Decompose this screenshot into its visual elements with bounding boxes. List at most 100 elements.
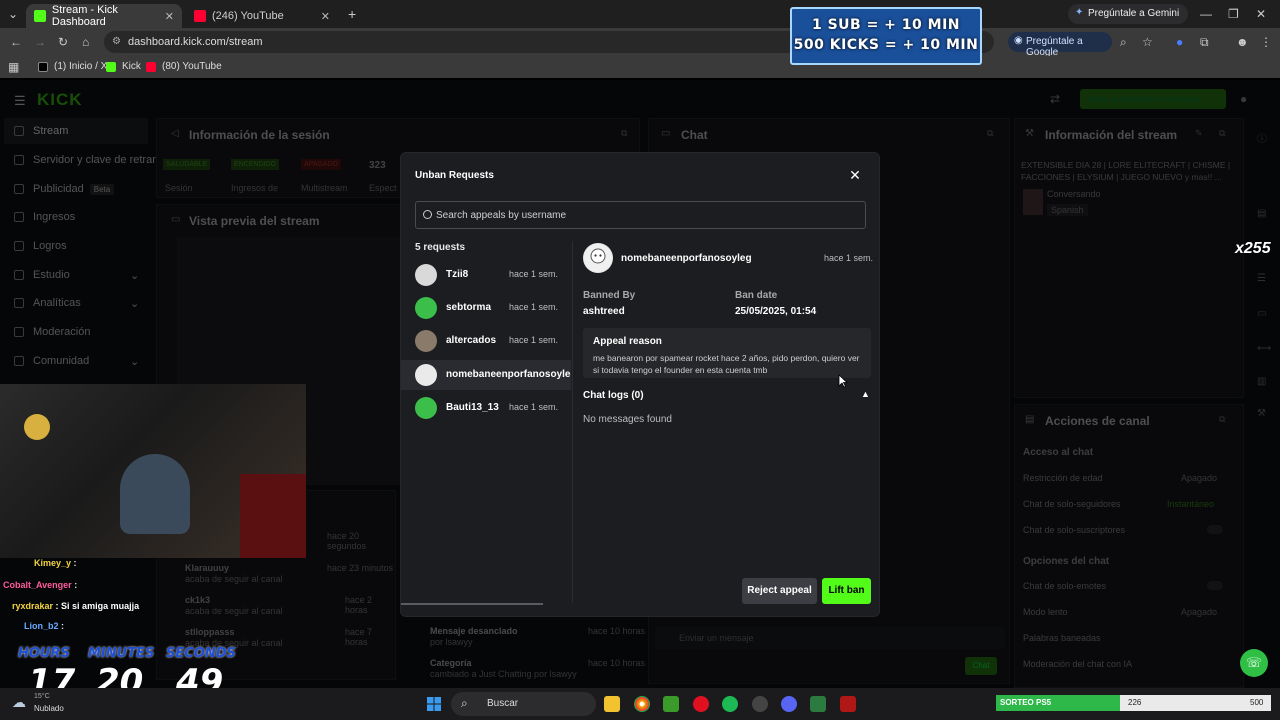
taskbar-search-label: Buscar	[487, 698, 519, 709]
x-favicon-icon	[38, 61, 48, 72]
apps-grid-icon[interactable]: ▦	[8, 60, 19, 74]
kick-favicon-icon	[106, 61, 116, 72]
banner-line: 1 SUB = + 10 MIN	[811, 17, 961, 33]
request-item[interactable]: nomebaneenporfanosoyleg	[401, 360, 571, 390]
giveaway-current: 226	[1128, 698, 1142, 707]
site-info-icon[interactable]: ⚙	[112, 36, 121, 47]
request-item[interactable]: Bauti13_13 hace 1 sem.	[401, 393, 571, 423]
close-tab-icon[interactable]: ✕	[321, 10, 330, 23]
search-placeholder: Search appeals by username	[436, 210, 567, 221]
mouse-cursor-icon	[838, 374, 848, 388]
windows-start-icon[interactable]	[427, 697, 441, 711]
support-chat-button[interactable]: ☏	[1240, 649, 1268, 677]
no-messages-text: No messages found	[583, 414, 672, 425]
youtube-favicon-icon	[146, 61, 156, 72]
chevron-up-icon[interactable]: ▲	[861, 389, 870, 399]
appeal-reason-text: me banearon por spamear rocket hace 2 añ…	[593, 353, 860, 375]
gemini-button[interactable]: ✦ Pregúntale a Gemini	[1068, 4, 1188, 24]
timer-minutes-label: MINUTES	[88, 646, 155, 661]
request-avatar	[415, 297, 437, 319]
kick-favicon-icon	[34, 10, 46, 22]
tab-title: Stream - Kick Dashboard	[51, 4, 118, 28]
back-icon[interactable]: ←	[10, 35, 22, 49]
wall-decoration	[24, 414, 50, 440]
app-icon[interactable]	[840, 696, 856, 712]
lens-icon: ◉	[1014, 35, 1023, 46]
reload-icon[interactable]: ↻	[58, 35, 68, 49]
app-icon[interactable]	[810, 696, 826, 712]
reject-appeal-button[interactable]: Reject appeal	[742, 578, 817, 604]
profile-avatar[interactable]: ☻	[1236, 35, 1249, 49]
bookmark-star-icon[interactable]: ☆	[1142, 35, 1153, 49]
extensions-puzzle-icon[interactable]: ⧉	[1200, 35, 1209, 50]
chat-logs-toggle[interactable]: Chat logs (0)	[583, 390, 644, 401]
request-time: hace 1 sem.	[509, 335, 559, 345]
timer-hours-label: HOURS	[18, 646, 70, 661]
webcam-feed	[0, 384, 306, 558]
close-icon[interactable]: ✕	[847, 167, 863, 183]
lift-ban-button[interactable]: Lift ban	[822, 578, 871, 604]
list-divider	[572, 241, 573, 603]
streamer-figure	[120, 454, 190, 534]
search-icon: ⌕	[461, 696, 468, 710]
chat-line: Lion_b2 :	[24, 621, 65, 631]
forward-icon[interactable]: →	[34, 35, 46, 49]
request-username: nomebaneenporfanosoyleg	[446, 369, 571, 380]
tab-youtube[interactable]: (246) YouTube ✕	[186, 4, 338, 28]
request-time: hace 1 sem.	[509, 302, 559, 312]
sub-timer-banner: 1 SUB = + 10 MIN 500 KICKS = + 10 MIN	[790, 7, 982, 65]
bookmark-kick[interactable]: Kick	[106, 61, 141, 72]
minimize-icon[interactable]: —	[1200, 7, 1212, 21]
request-item[interactable]: altercados hace 1 sem.	[401, 326, 571, 356]
chrome-icon[interactable]	[634, 696, 650, 712]
bookmark-x[interactable]: (1) Inicio / X	[38, 61, 107, 72]
extension-icon[interactable]: ●	[1176, 35, 1183, 49]
request-time: hace 1 sem.	[509, 402, 559, 412]
maximize-icon[interactable]: ❐	[1228, 7, 1239, 21]
tab-search-icon[interactable]: ⌄	[8, 7, 18, 21]
steam-icon[interactable]	[752, 696, 768, 712]
bookmark-label: (1) Inicio / X	[54, 61, 108, 72]
giveaway-goal: 500	[1250, 698, 1264, 707]
tab-kick-dashboard[interactable]: Stream - Kick Dashboard ✕	[26, 4, 182, 28]
request-item[interactable]: Tzii8 hace 1 sem.	[401, 260, 571, 290]
appeal-reason-box: Appeal reason me banearon por spamear ro…	[583, 328, 871, 378]
search-input[interactable]: Search appeals by username	[415, 201, 866, 229]
request-item[interactable]: sebtorma hace 1 sem.	[401, 293, 571, 323]
zoom-icon[interactable]: ⌕	[1120, 35, 1127, 50]
search-icon	[423, 210, 432, 219]
google-label: Pregúntale a Google	[1026, 36, 1083, 58]
request-time: hace 1 sem.	[509, 269, 559, 279]
request-avatar	[415, 264, 437, 286]
close-window-icon[interactable]: ✕	[1256, 7, 1266, 21]
chat-line: Kimey_y :	[34, 558, 77, 568]
appeal-user-avatar	[583, 243, 613, 273]
gemini-label: Pregúntale a Gemini	[1088, 8, 1180, 19]
discord-icon[interactable]	[781, 696, 797, 712]
tab-title: (246) YouTube	[212, 10, 284, 22]
horizontal-scrollbar[interactable]	[401, 603, 543, 605]
requests-count: 5 requests	[415, 242, 466, 253]
spotify-icon[interactable]	[722, 696, 738, 712]
user-avatar-icon	[584, 244, 612, 272]
banned-by-value: ashtreed	[583, 306, 625, 317]
overlay-chat: Kimey_y : Cobalt_Avenger : ryxdrakar : S…	[0, 556, 160, 638]
file-explorer-icon[interactable]	[604, 696, 620, 712]
opera-icon[interactable]	[693, 696, 709, 712]
menu-kebab-icon[interactable]: ⋮	[1260, 35, 1272, 49]
new-tab-icon[interactable]: +	[348, 6, 356, 22]
close-tab-icon[interactable]: ✕	[165, 10, 174, 23]
home-icon[interactable]: ⌂	[82, 35, 89, 49]
minecraft-icon[interactable]	[663, 696, 679, 712]
google-lens-button[interactable]: ◉ Pregúntale a Google	[1008, 32, 1112, 58]
youtube-favicon-icon	[194, 10, 206, 22]
bookmarks-bar: ▦ (1) Inicio / X Kick (80) YouTube	[0, 56, 1280, 78]
taskbar-search[interactable]: ⌕ Buscar	[451, 692, 596, 716]
bookmark-youtube[interactable]: (80) YouTube	[146, 61, 222, 72]
timer-seconds-label: SECONDS	[166, 646, 236, 661]
ban-date-label: Ban date	[735, 290, 778, 301]
weather-text: Nublado	[34, 704, 64, 713]
bookmark-label: Kick	[122, 61, 141, 72]
request-avatar	[415, 397, 437, 419]
unban-requests-modal: Unban Requests ✕ Search appeals by usern…	[400, 152, 880, 617]
